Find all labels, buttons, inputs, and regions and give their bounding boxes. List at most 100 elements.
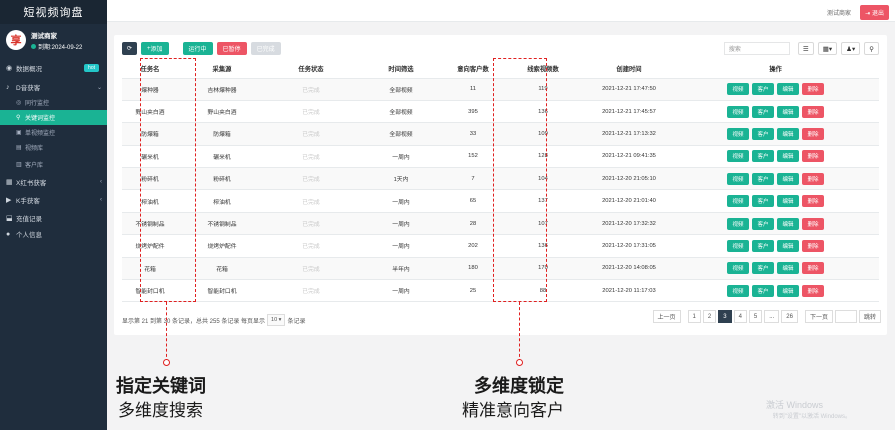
customers-button[interactable]: 客户 bbox=[752, 105, 774, 118]
cell-status: 已完成 bbox=[266, 167, 356, 191]
edit-button[interactable]: 编辑 bbox=[777, 262, 799, 275]
sidebar-item-4[interactable]: ▣ 单视频监控 bbox=[0, 125, 107, 140]
cell-created: 2021-12-20 17:31:05 bbox=[586, 234, 672, 258]
videos-button[interactable]: 视频 bbox=[727, 105, 749, 118]
videos-button[interactable]: 视频 bbox=[727, 127, 749, 140]
sidebar-item-0[interactable]: ◉ 数据概况 hot bbox=[0, 60, 107, 76]
delete-button[interactable]: 删除 bbox=[802, 262, 824, 275]
sidebar-item-label: 视频库 bbox=[25, 146, 44, 152]
sidebar-item-9[interactable]: ⬓ 充值记录 bbox=[0, 210, 107, 226]
videos-button[interactable]: 视频 bbox=[727, 284, 749, 297]
columns-button[interactable]: ▦▾ bbox=[817, 42, 838, 55]
customers-button[interactable]: 客户 bbox=[752, 127, 774, 140]
edit-button[interactable]: 编辑 bbox=[777, 83, 799, 96]
running-button[interactable]: 运行中 bbox=[182, 42, 213, 55]
videos-button[interactable]: 视频 bbox=[727, 83, 749, 96]
customer-icon: ▥ bbox=[16, 162, 22, 168]
edit-button[interactable]: 编辑 bbox=[777, 172, 799, 185]
sidebar-item-3[interactable]: ⚲ 关键词监控 bbox=[0, 110, 107, 125]
column-header[interactable]: 意向客户数 bbox=[446, 60, 500, 79]
export-button[interactable]: ♟▾ bbox=[841, 42, 861, 55]
cell-status: 已完成 bbox=[266, 145, 356, 169]
delete-button[interactable]: 删除 bbox=[802, 284, 824, 297]
page-button[interactable]: 4 bbox=[733, 310, 747, 323]
cell-actions: 视频 客户 编辑 删除 bbox=[672, 234, 879, 258]
page-jump-button[interactable]: 跳转 bbox=[858, 310, 881, 323]
cell-created: 2021-12-20 11:17:03 bbox=[586, 279, 672, 303]
page-button[interactable]: 1 bbox=[687, 310, 701, 323]
sidebar-item-10[interactable]: ● 个人信息 bbox=[0, 226, 107, 242]
card-view-button[interactable]: ☰ bbox=[797, 42, 814, 55]
customers-button[interactable]: 客户 bbox=[752, 150, 774, 163]
top-bar: 测试商家 ⇥ 退出 bbox=[107, 0, 895, 22]
search-input[interactable]: 搜索 bbox=[723, 42, 790, 55]
customers-button[interactable]: 客户 bbox=[752, 217, 774, 230]
page-button[interactable]: 5 bbox=[748, 310, 763, 323]
customers-button[interactable]: 客户 bbox=[752, 172, 774, 185]
user-export-icon: ♟▾ bbox=[846, 45, 856, 53]
cell-status: 已完成 bbox=[266, 234, 356, 258]
column-header[interactable]: 任务状态 bbox=[266, 60, 356, 79]
cell-status: 已完成 bbox=[266, 78, 356, 101]
page-button[interactable]: 26 bbox=[781, 310, 798, 323]
page-jump-input[interactable] bbox=[834, 310, 857, 323]
column-header[interactable]: 操作 bbox=[672, 60, 879, 79]
column-header[interactable]: 创建时间 bbox=[586, 60, 672, 79]
edit-button[interactable]: 编辑 bbox=[777, 239, 799, 252]
sidebar-item-1[interactable]: ♪ D音获客 ⌄ bbox=[0, 79, 107, 95]
edit-button[interactable]: 编辑 bbox=[777, 284, 799, 297]
sidebar-item-8[interactable]: ▶ K手获客 ‹ bbox=[0, 192, 107, 208]
connector-line-right bbox=[519, 302, 520, 362]
sidebar-item-label: 同行监控 bbox=[25, 101, 50, 107]
delete-button[interactable]: 删除 bbox=[802, 127, 824, 140]
delete-button[interactable]: 删除 bbox=[802, 217, 824, 230]
page-size-select[interactable]: 10 ▾ bbox=[267, 314, 286, 326]
merchant-name[interactable]: 测试商家 bbox=[827, 8, 851, 17]
sidebar: 短视频询盘 享 测试商家 到期:2024-09-22 ◉ 数据概况 hot ♪ D音获客… bbox=[0, 0, 107, 430]
cell-filter: 全部视频 bbox=[356, 100, 446, 124]
delete-button[interactable]: 删除 bbox=[802, 83, 824, 96]
videos-button[interactable]: 视频 bbox=[727, 262, 749, 275]
page-button[interactable]: 2 bbox=[702, 310, 717, 323]
videos-button[interactable]: 视频 bbox=[727, 239, 749, 252]
edit-button[interactable]: 编辑 bbox=[777, 127, 799, 140]
paused-button[interactable]: 已暂停 bbox=[216, 42, 247, 55]
delete-button[interactable]: 删除 bbox=[802, 239, 824, 252]
customers-button[interactable]: 客户 bbox=[752, 83, 774, 96]
expire-date: 到期:2024-09-22 bbox=[31, 42, 82, 51]
edit-button[interactable]: 编辑 bbox=[777, 217, 799, 230]
videos-button[interactable]: 视频 bbox=[727, 150, 749, 163]
cell-actions: 视频 客户 编辑 删除 bbox=[672, 279, 879, 303]
douyin-icon: ♪ bbox=[6, 83, 10, 91]
videos-button[interactable]: 视频 bbox=[727, 195, 749, 208]
delete-button[interactable]: 删除 bbox=[802, 172, 824, 185]
edit-button[interactable]: 编辑 bbox=[777, 150, 799, 163]
customers-button[interactable]: 客户 bbox=[752, 195, 774, 208]
add-button[interactable]: + 添加 bbox=[141, 42, 169, 55]
page-button[interactable]: 下一页 bbox=[804, 310, 833, 323]
videos-button[interactable]: 视频 bbox=[727, 217, 749, 230]
sidebar-item-6[interactable]: ▥ 客户库 bbox=[0, 157, 107, 172]
column-header[interactable]: 时间筛选 bbox=[356, 60, 446, 79]
refresh-button[interactable]: ⟳ bbox=[122, 42, 137, 55]
sidebar-item-5[interactable]: ▤ 视频库 bbox=[0, 140, 107, 155]
logout-button[interactable]: ⇥ 退出 bbox=[860, 5, 889, 20]
edit-button[interactable]: 编辑 bbox=[777, 105, 799, 118]
page-button[interactable]: 上一页 bbox=[652, 310, 681, 323]
customers-button[interactable]: 客户 bbox=[752, 262, 774, 275]
sidebar-item-label: X红书获客 bbox=[16, 180, 47, 187]
delete-button[interactable]: 删除 bbox=[802, 150, 824, 163]
kuaishou-icon: ▶ bbox=[6, 197, 12, 204]
page-button[interactable]: ... bbox=[764, 310, 780, 323]
page-button[interactable]: 3 bbox=[718, 310, 732, 323]
videos-button[interactable]: 视频 bbox=[727, 172, 749, 185]
customers-button[interactable]: 客户 bbox=[752, 284, 774, 297]
sidebar-item-2[interactable]: ◎ 同行监控 bbox=[0, 95, 107, 110]
search-button[interactable]: ⚲ bbox=[864, 42, 879, 55]
customers-button[interactable]: 客户 bbox=[752, 239, 774, 252]
delete-button[interactable]: 删除 bbox=[802, 195, 824, 208]
delete-button[interactable]: 删除 bbox=[802, 105, 824, 118]
sidebar-item-7[interactable]: ▦ X红书获客 ‹ bbox=[0, 174, 107, 190]
done-button[interactable]: 已完成 bbox=[250, 42, 281, 55]
edit-button[interactable]: 编辑 bbox=[777, 195, 799, 208]
